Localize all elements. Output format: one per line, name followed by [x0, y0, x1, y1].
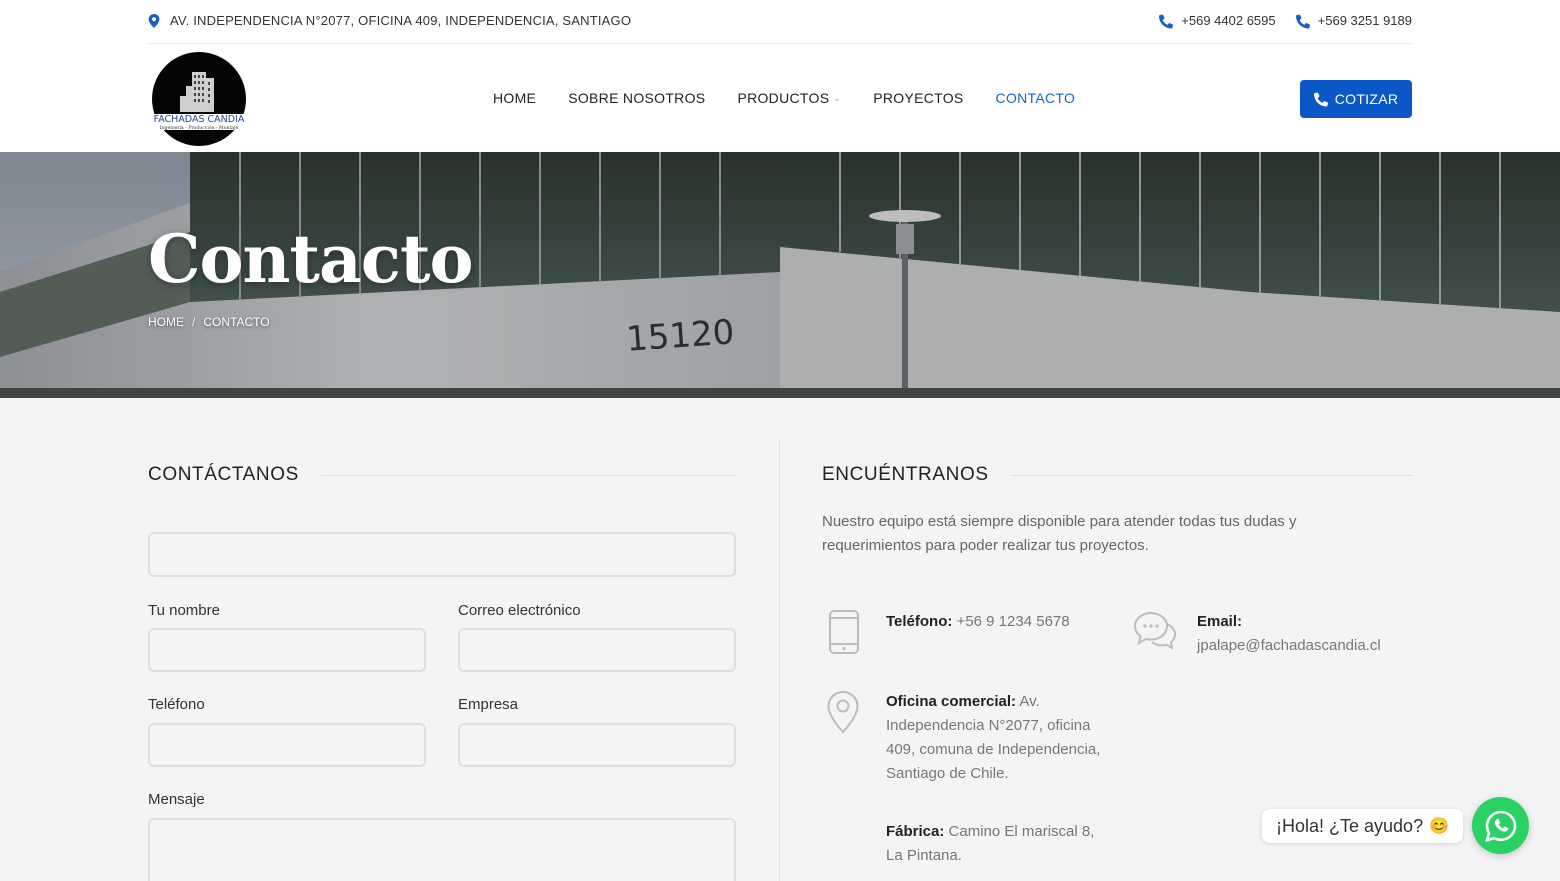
- find-us-heading: ENCUÉNTRANOS: [822, 464, 989, 485]
- factory-info: Fábrica: Camino El mariscal 8, La Pintan…: [886, 820, 1106, 868]
- top-input-field[interactable]: [148, 532, 736, 577]
- breadcrumb: HOME / CONTACTO: [148, 315, 270, 329]
- nav-contacto[interactable]: CONTACTO: [996, 90, 1076, 106]
- nav-proyectos[interactable]: PROYECTOS: [873, 90, 963, 106]
- mobile-phone-icon: [828, 610, 860, 659]
- logo-tagline: Ingeniería - Producción - Montaje: [160, 124, 239, 131]
- page-title: Contacto: [148, 220, 473, 298]
- nav-sobre-nosotros[interactable]: SOBRE NOSOTROS: [568, 90, 705, 106]
- phone-icon: [1313, 92, 1328, 107]
- breadcrumb-current: CONTACTO: [203, 315, 270, 329]
- phone-info: Teléfono: +56 9 1234 5678: [886, 610, 1070, 634]
- email-info-value[interactable]: jpalape@fachadascandia.cl: [1197, 637, 1381, 654]
- chat-bubbles-icon: [1133, 610, 1177, 659]
- location-pin-icon: [826, 690, 860, 739]
- hero-banner: 15120 Contacto HOME / CONTACTO: [0, 152, 1560, 398]
- find-us-intro: Nuestro equipo está siempre disponible p…: [822, 513, 1297, 554]
- name-label: Tu nombre: [148, 602, 220, 619]
- email-info-label: Email:: [1197, 613, 1243, 630]
- phone-text-2: +569 3251 9189: [1317, 13, 1412, 28]
- whatsapp-icon: [1484, 809, 1518, 843]
- whatsapp-greeting-bubble[interactable]: ¡Hola! ¿Te ayudo? 😊: [1262, 809, 1463, 843]
- whatsapp-greeting-text: ¡Hola! ¿Te ayudo?: [1276, 815, 1424, 836]
- phone-field[interactable]: [148, 723, 426, 767]
- name-field[interactable]: [148, 628, 426, 672]
- company-label: Empresa: [458, 696, 519, 713]
- message-field[interactable]: [148, 818, 736, 881]
- header: FACHADAS CANDIA Ingeniería - Producción …: [0, 44, 1560, 152]
- contact-heading: CONTÁCTANOS: [148, 464, 299, 485]
- address: AV. INDEPENDENCIA N°2077, OFICINA 409, I…: [148, 13, 631, 28]
- company-field[interactable]: [458, 723, 736, 767]
- heading-rule: [1010, 474, 1412, 476]
- smile-emoji-icon: 😊: [1429, 818, 1449, 835]
- office-info-label: Oficina comercial:: [886, 693, 1017, 710]
- phone-label: Teléfono: [148, 696, 205, 713]
- chevron-down-icon: ⌄: [833, 92, 842, 103]
- email-label: Correo electrónico: [458, 602, 581, 619]
- logo-name: FACHADAS CANDIA: [154, 114, 245, 125]
- find-us-heading-row: ENCUÉNTRANOS: [822, 464, 1412, 486]
- top-bar: AV. INDEPENDENCIA N°2077, OFICINA 409, I…: [0, 0, 1560, 44]
- cotizar-label: COTIZAR: [1334, 91, 1399, 107]
- email-field[interactable]: [458, 628, 736, 672]
- phone-link-1[interactable]: +569 4402 6595: [1159, 13, 1276, 28]
- site-logo[interactable]: FACHADAS CANDIA Ingeniería - Producción …: [148, 52, 248, 146]
- phone-icon: [1295, 14, 1310, 28]
- contact-heading-row: CONTÁCTANOS: [148, 464, 736, 486]
- phone-text-1: +569 4402 6595: [1181, 13, 1276, 28]
- nav-productos[interactable]: PRODUCTOS ⌄: [737, 90, 841, 106]
- cotizar-button[interactable]: COTIZAR: [1300, 80, 1412, 118]
- office-info: Oficina comercial: Av. Independencia N°2…: [886, 690, 1106, 786]
- message-label: Mensaje: [148, 791, 205, 808]
- column-divider: [779, 440, 780, 881]
- address-text: AV. INDEPENDENCIA N°2077, OFICINA 409, I…: [170, 13, 632, 28]
- breadcrumb-separator: /: [192, 315, 196, 329]
- factory-info-label: Fábrica:: [886, 823, 945, 840]
- main-nav: HOME SOBRE NOSOTROS PRODUCTOS ⌄ PROYECTOS…: [493, 90, 1075, 106]
- heading-rule: [320, 474, 736, 476]
- phone-info-value[interactable]: +56 9 1234 5678: [957, 613, 1070, 630]
- phone-link-2[interactable]: +569 3251 9189: [1295, 13, 1412, 28]
- phone-info-label: Teléfono:: [886, 613, 953, 630]
- breadcrumb-home[interactable]: HOME: [148, 315, 184, 329]
- nav-home[interactable]: HOME: [493, 90, 536, 106]
- map-pin-icon: [148, 13, 162, 28]
- email-info: Email: jpalape@fachadascandia.cl: [1197, 610, 1417, 658]
- whatsapp-button[interactable]: [1472, 797, 1529, 854]
- phone-icon: [1159, 14, 1174, 28]
